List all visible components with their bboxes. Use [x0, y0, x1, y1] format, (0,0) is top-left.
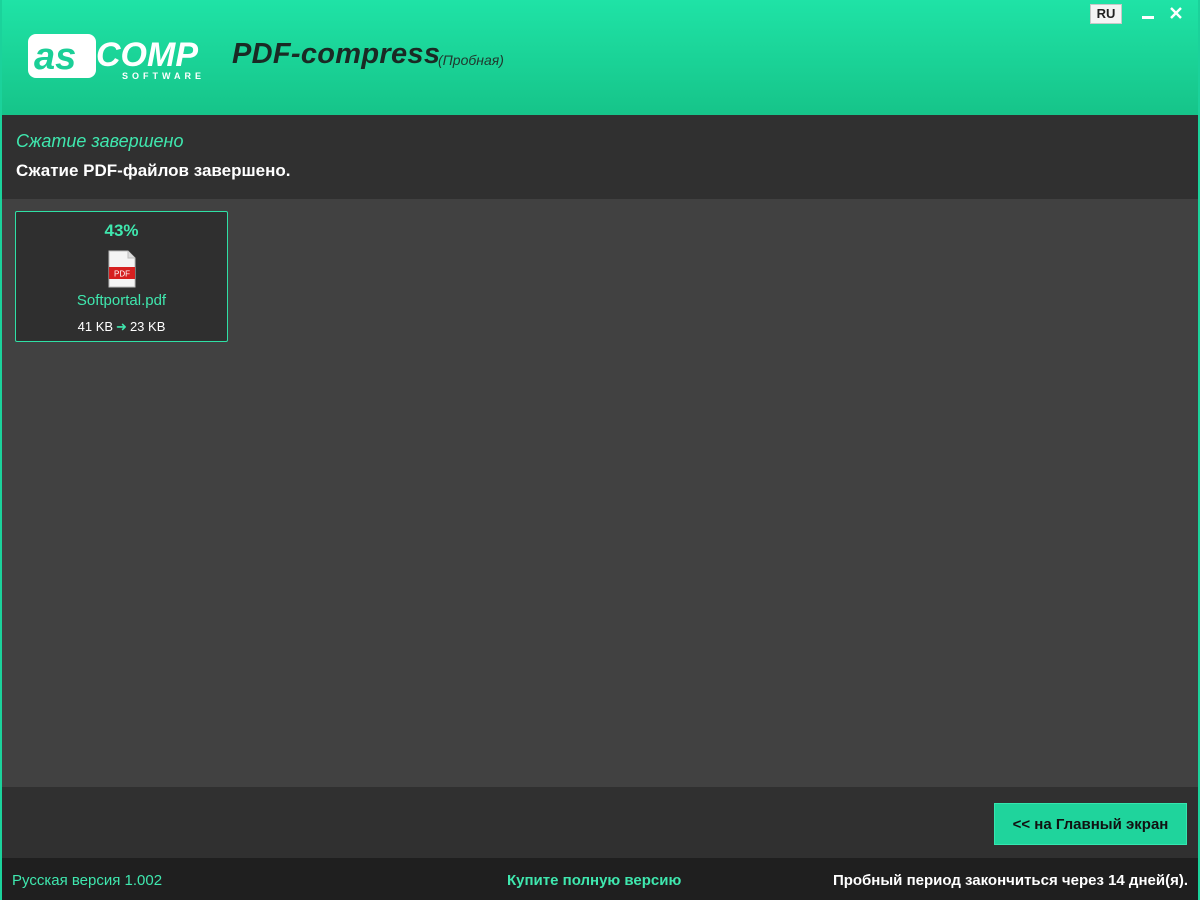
svg-text:PDF: PDF: [114, 270, 130, 279]
size-before: 41 KB: [77, 319, 114, 334]
file-sizes: 41 KB ➜ 23 KB: [16, 319, 227, 335]
pdf-file-icon: PDF: [108, 250, 136, 288]
app-title: PDF-compress: [232, 38, 441, 70]
close-button[interactable]: [1162, 2, 1190, 24]
file-name: Softportal.pdf: [76, 292, 167, 309]
svg-text:SOFTWARE: SOFTWARE: [122, 71, 205, 81]
app-window: as COMP SOFTWARE PDF-compress (Пробная) …: [0, 0, 1200, 900]
buy-full-version-link[interactable]: Купите полную версию: [507, 872, 681, 889]
version-label: Русская версия 1.002: [12, 872, 163, 889]
header: as COMP SOFTWARE PDF-compress (Пробная) …: [2, 0, 1198, 115]
trial-tag: (Пробная): [438, 52, 504, 68]
compression-percent: 43%: [104, 221, 139, 240]
action-band: << на Главный экран: [2, 787, 1198, 858]
status-message: Сжатие PDF-файлов завершено.: [16, 161, 291, 180]
status-title: Сжатие завершено: [16, 131, 184, 151]
arrow-right-icon: ➜: [116, 319, 127, 334]
language-button[interactable]: RU: [1090, 4, 1122, 24]
file-card[interactable]: 43% PDF Softportal.pdf 41 KB ➜ 23 KB: [15, 211, 228, 342]
svg-text:COMP: COMP: [96, 36, 198, 74]
close-icon: [1170, 7, 1182, 19]
size-after: 23 KB: [129, 319, 166, 334]
svg-text:as: as: [34, 36, 76, 78]
status-bar: Русская версия 1.002 Купите полную верси…: [2, 858, 1198, 900]
minimize-button[interactable]: [1134, 2, 1162, 24]
results-area: 43% PDF Softportal.pdf 41 KB ➜ 23 KB: [2, 199, 1198, 787]
status-band: Сжатие завершено Сжатие PDF-файлов завер…: [2, 115, 1198, 199]
trial-notice: Пробный период закончиться через 14 дней…: [832, 872, 1188, 889]
home-screen-button[interactable]: << на Главный экран: [994, 803, 1187, 845]
minimize-icon: [1142, 15, 1154, 19]
ascomp-logo: as COMP SOFTWARE: [28, 34, 205, 81]
